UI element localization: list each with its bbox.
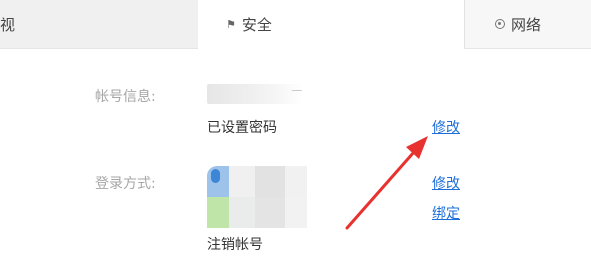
tab-security[interactable]: ⚑ 安全 xyxy=(198,0,464,49)
settings-tab-bar: 视 ⚑ 安全 网络 xyxy=(0,0,591,49)
login-method-redacted xyxy=(207,166,307,228)
modify-password-link[interactable]: 修改 xyxy=(432,117,460,137)
deregister-account-link[interactable]: 注销帐号 xyxy=(207,234,263,254)
account-info-label: 帐号信息: xyxy=(95,89,156,105)
tab-general-label: 视 xyxy=(0,15,16,34)
globe-icon xyxy=(495,19,505,29)
tab-network-label: 网络 xyxy=(511,15,542,34)
login-method-label: 登录方式: xyxy=(95,176,156,192)
shield-icon: ⚑ xyxy=(226,17,236,31)
tab-security-label: 安全 xyxy=(241,15,272,34)
bind-link[interactable]: 绑定 xyxy=(432,203,460,223)
account-name-redacted xyxy=(207,84,302,104)
tab-general[interactable]: 视 xyxy=(0,0,199,48)
modify-login-link[interactable]: 修改 xyxy=(432,173,460,193)
tab-network[interactable]: 网络 xyxy=(464,0,591,48)
password-status: 已设置密码 xyxy=(207,120,277,136)
